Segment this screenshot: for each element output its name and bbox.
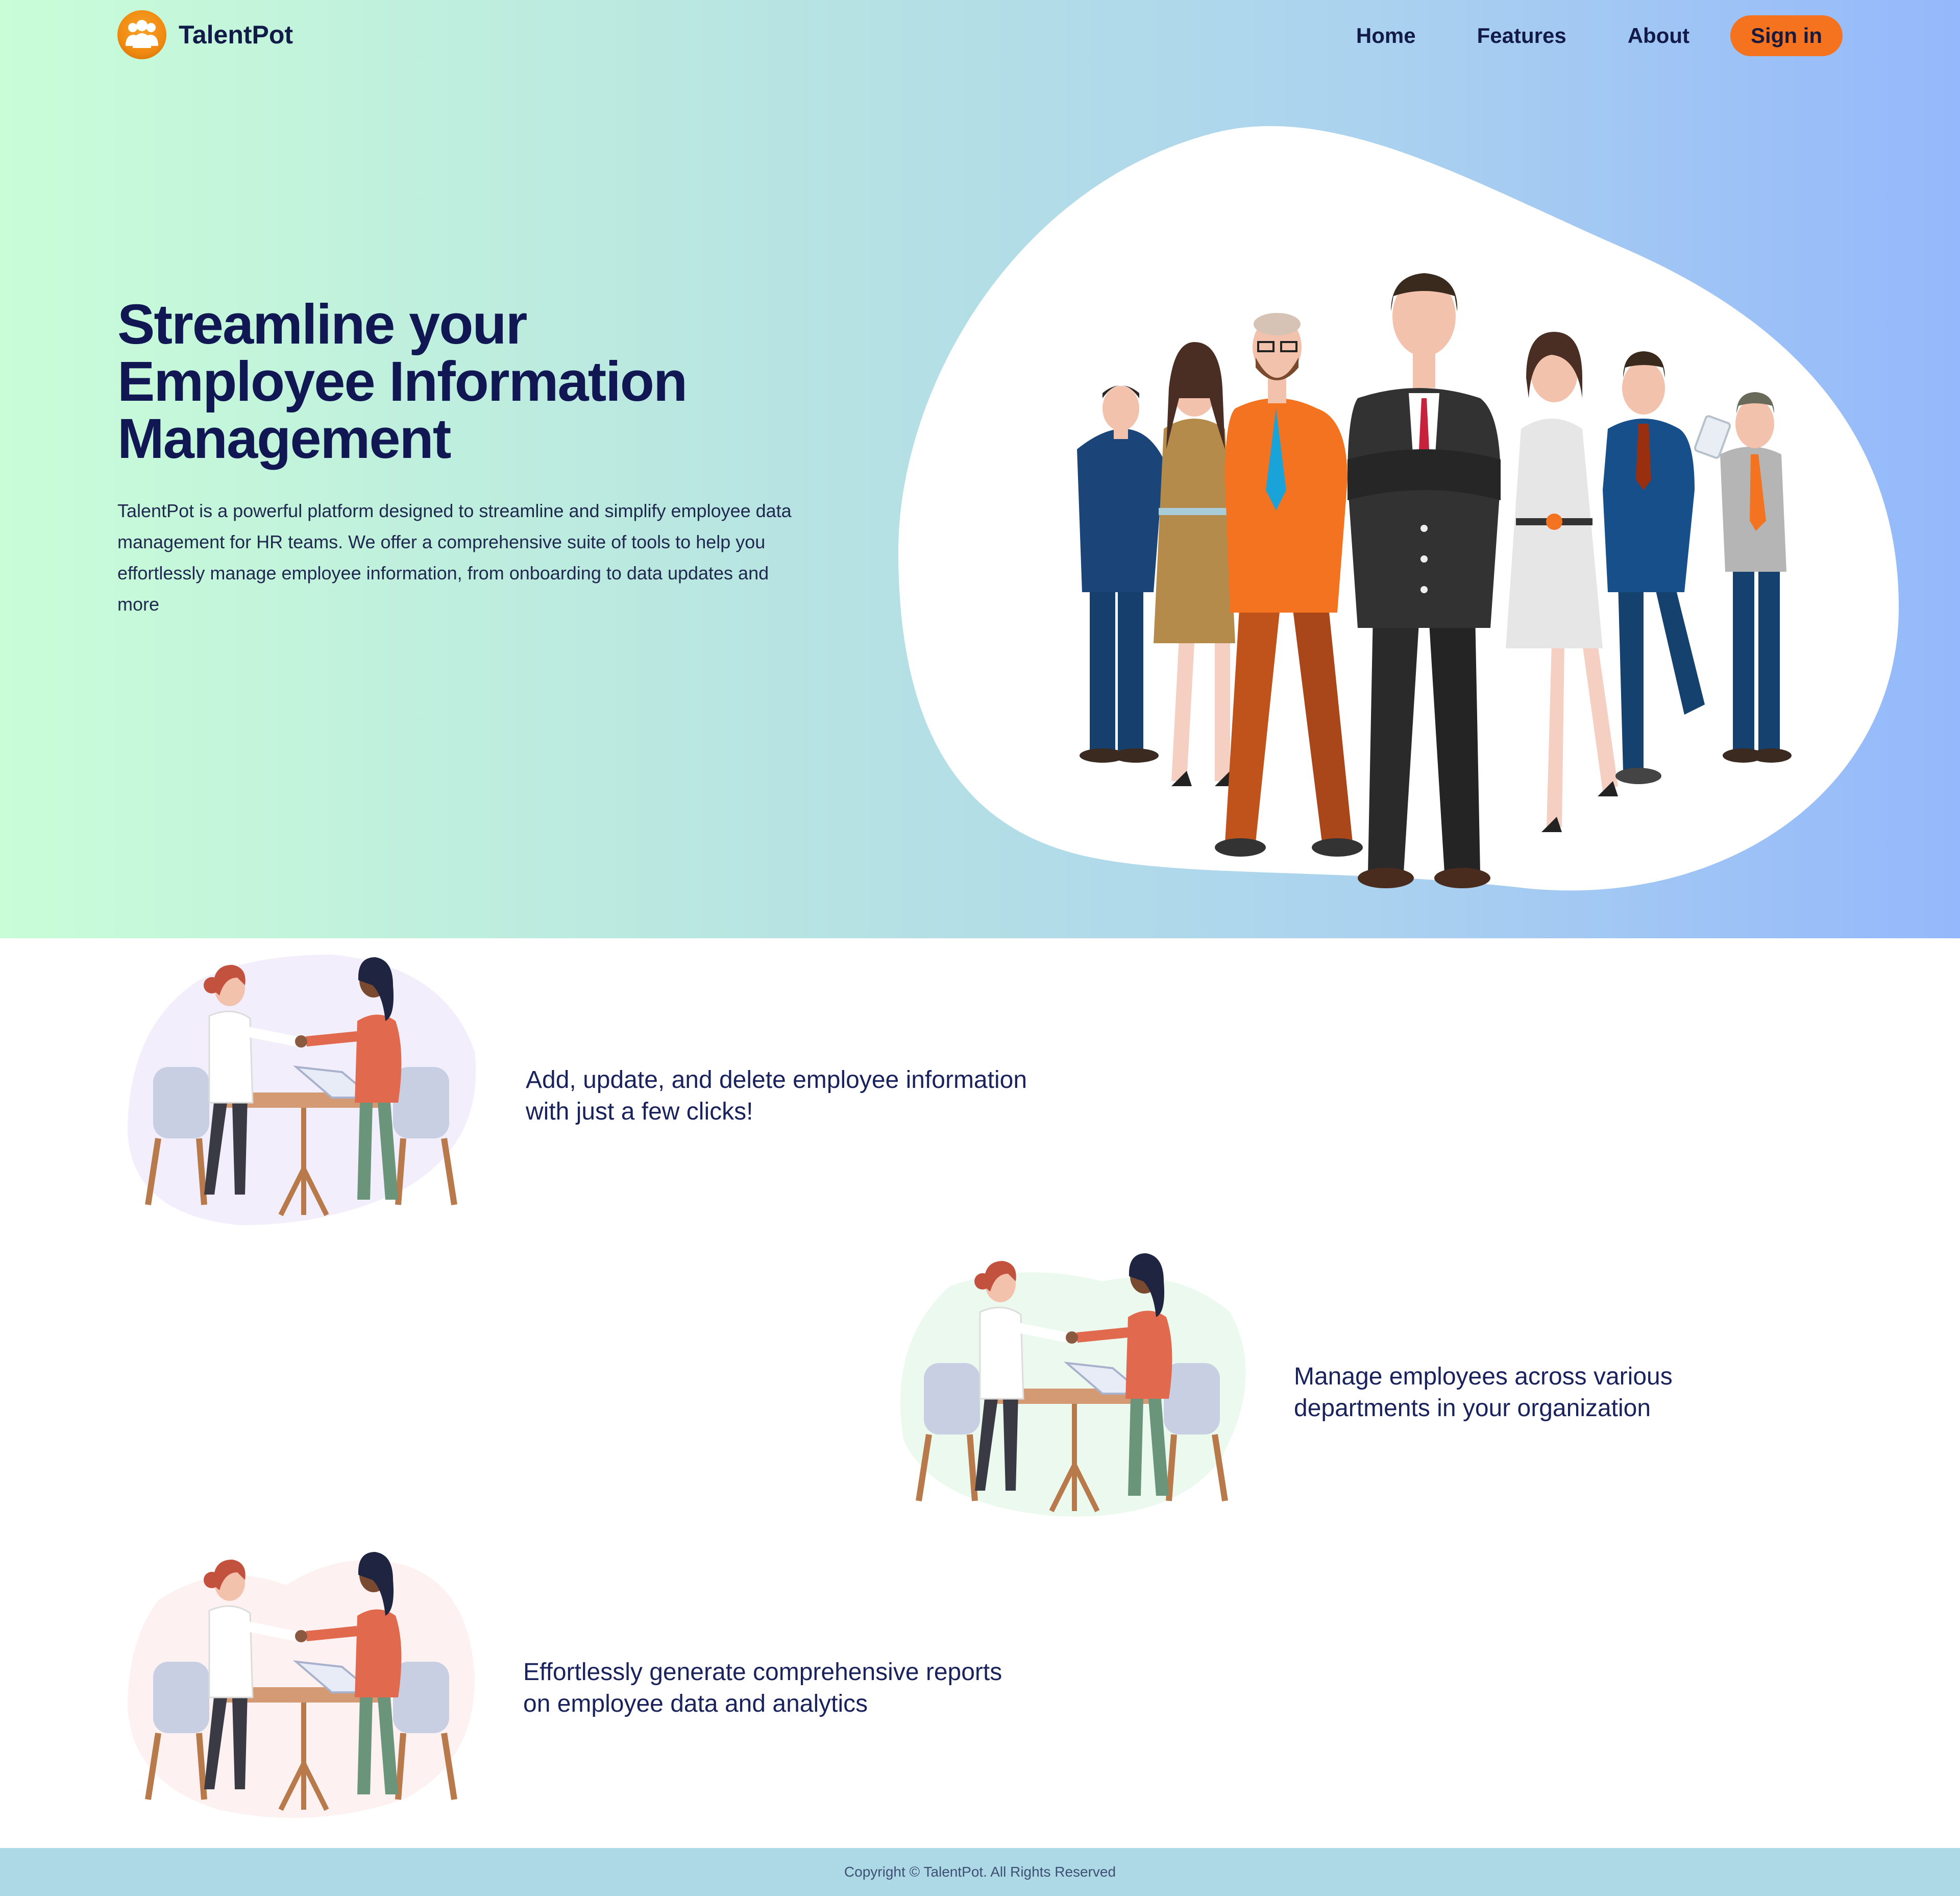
brand-name: TalentPot [179, 20, 293, 49]
hero-description: TalentPot is a powerful platform designe… [117, 500, 792, 615]
team-illustration [898, 126, 1899, 891]
hero-title-line: Employee Information [117, 350, 688, 413]
handshake-illustration [128, 955, 476, 1225]
feature-line: with just a few clicks! [526, 1098, 753, 1125]
nav-features[interactable]: Features [1477, 23, 1566, 48]
nav-about[interactable]: About [1628, 23, 1689, 48]
feature-text-reports: Effortlessly generate comprehensive repo… [523, 1657, 1085, 1720]
feature-line: Add, update, and delete employee informa… [526, 1066, 1027, 1093]
feature-line: departments in your organization [1294, 1395, 1651, 1422]
feature-line: Effortlessly generate comprehensive repo… [523, 1659, 1002, 1686]
hero-title: Streamline your Employee Information Man… [117, 296, 781, 468]
feature-line: Manage employees across various [1294, 1363, 1673, 1390]
sign-in-button[interactable]: Sign in [1730, 15, 1843, 56]
hero-section: TalentPot Home Features About Sign in St… [0, 0, 1960, 938]
feature-text-crud: Add, update, and delete employee informa… [526, 1064, 1087, 1128]
users-group-icon [117, 10, 166, 59]
feature-line: on employee data and analytics [523, 1690, 868, 1717]
hero-title-line: Management [117, 407, 451, 470]
nav-home[interactable]: Home [1356, 23, 1416, 48]
footer: Copyright © TalentPot. All Rights Reserv… [0, 1848, 1960, 1896]
main-nav: Home Features About Sign in [1356, 15, 1843, 56]
brand-logo[interactable]: TalentPot [117, 10, 293, 59]
handshake-illustration [128, 1552, 475, 1818]
handshake-illustration [900, 1253, 1246, 1517]
feature-text-departments: Manage employees across various departme… [1294, 1361, 1753, 1424]
hero-title-line: Streamline your [117, 293, 527, 356]
copyright-text: Copyright © TalentPot. All Rights Reserv… [844, 1864, 1116, 1880]
